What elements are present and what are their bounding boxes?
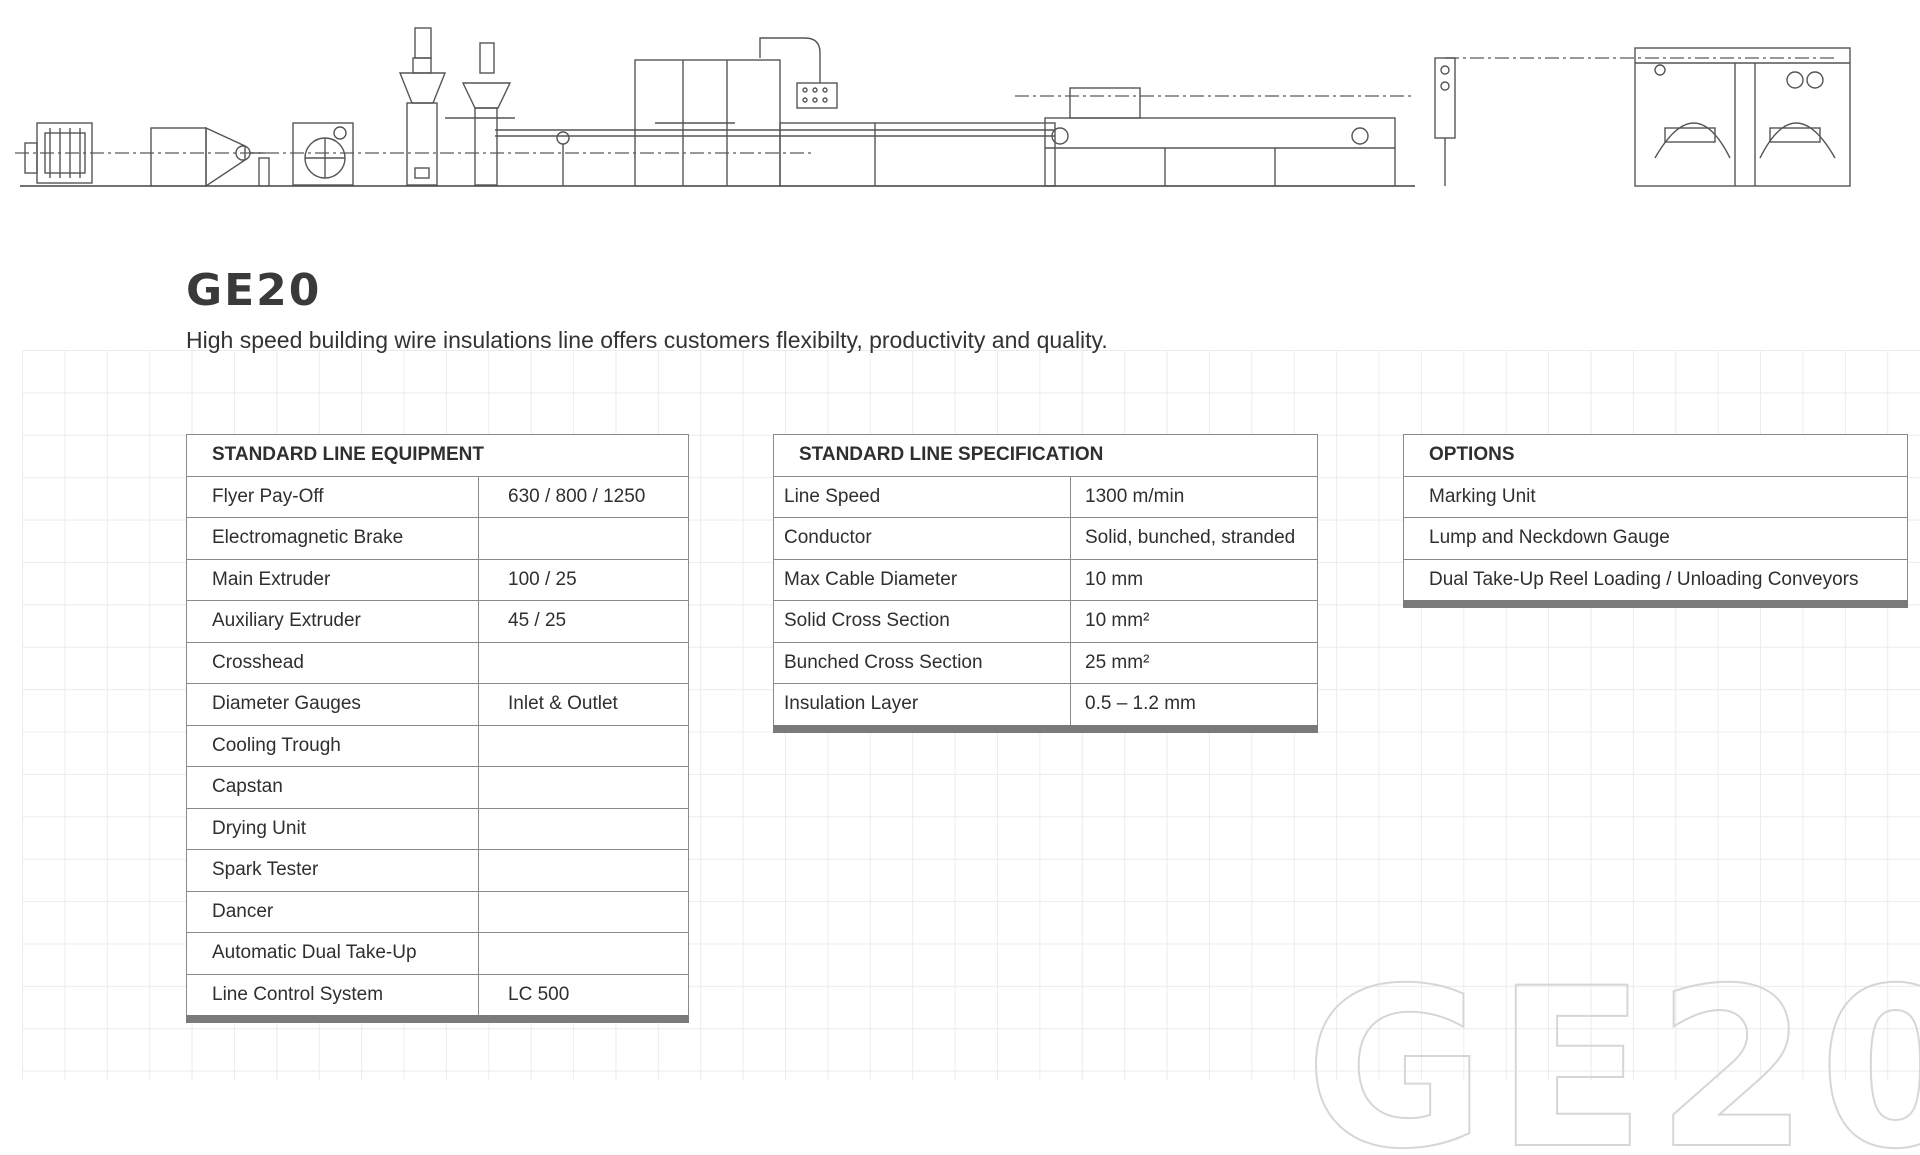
row-value: 0.5 – 1.2 mm <box>1070 683 1318 729</box>
row-label: Drying Unit <box>186 807 479 850</box>
row-label: Auxiliary Extruder <box>186 600 479 643</box>
page-title: GE20 <box>186 265 322 316</box>
row-label: Spark Tester <box>186 849 479 892</box>
table-row: Auxiliary Extruder 45 / 25 <box>186 600 689 643</box>
row-label: Automatic Dual Take-Up <box>186 932 479 975</box>
table-row: Line Speed 1300 m/min <box>773 475 1318 518</box>
row-value <box>478 807 689 850</box>
table-row: Automatic Dual Take-Up <box>186 932 689 975</box>
table-row: Insulation Layer 0.5 – 1.2 mm <box>773 683 1318 729</box>
page-subtitle: High speed building wire insulations lin… <box>186 327 1108 353</box>
table-row: Cooling Trough <box>186 724 689 767</box>
capstan-drawing <box>1044 87 1396 187</box>
option-label: Lump and Neckdown Gauge <box>1403 517 1908 560</box>
row-label: Flyer Pay-Off <box>186 475 479 518</box>
row-label: Bunched Cross Section <box>773 641 1071 684</box>
row-label: Electromagnetic Brake <box>186 517 479 560</box>
row-value: 45 / 25 <box>478 600 689 643</box>
watermark-logo: GE20 <box>1304 940 1920 1155</box>
production-line-diagram <box>15 27 1851 188</box>
row-label: Solid Cross Section <box>773 600 1071 643</box>
row-label: Cooling Trough <box>186 724 479 767</box>
row-value <box>478 724 689 767</box>
extruder-box-drawing <box>292 122 354 186</box>
table-row: Lump and Neckdown Gauge <box>1403 517 1908 560</box>
dancer-drawing <box>1434 57 1456 186</box>
take-up-drawing <box>1634 47 1851 187</box>
table-row: Crosshead <box>186 641 689 684</box>
brake-drawing <box>150 126 270 188</box>
table-row: Bunched Cross Section 25 mm² <box>773 641 1318 684</box>
table-row: Flyer Pay-Off 630 / 800 / 1250 <box>186 475 689 518</box>
row-value <box>478 766 689 809</box>
row-label: Crosshead <box>186 641 479 684</box>
table-row: Solid Cross Section 10 mm² <box>773 600 1318 643</box>
row-label: Dancer <box>186 890 479 933</box>
control-panel-drawing <box>759 37 838 109</box>
equipment-table-header: STANDARD LINE EQUIPMENT <box>186 434 689 477</box>
table-row: Max Cable Diameter 10 mm <box>773 558 1318 601</box>
row-value <box>478 890 689 933</box>
row-label: Line Control System <box>186 973 479 1020</box>
specification-table-header: STANDARD LINE SPECIFICATION <box>773 434 1318 477</box>
cooling-trough-drawing <box>495 59 1056 187</box>
table-row: Electromagnetic Brake <box>186 517 689 560</box>
specification-table: STANDARD LINE SPECIFICATION Line Speed 13… <box>773 434 1318 733</box>
row-label: Line Speed <box>773 475 1071 518</box>
row-value: Inlet & Outlet <box>478 683 689 726</box>
table-row: Spark Tester <box>186 849 689 892</box>
row-label: Capstan <box>186 766 479 809</box>
table-row: Dancer <box>186 890 689 933</box>
option-label: Dual Take-Up Reel Loading / Unloading Co… <box>1403 558 1908 605</box>
row-value: 1300 m/min <box>1070 475 1318 518</box>
equipment-table: STANDARD LINE EQUIPMENT Flyer Pay-Off 630… <box>186 434 689 1023</box>
option-label: Marking Unit <box>1403 475 1908 518</box>
table-row: Conductor Solid, bunched, stranded <box>773 517 1318 560</box>
row-label: Insulation Layer <box>773 683 1071 729</box>
table-row: Dual Take-Up Reel Loading / Unloading Co… <box>1403 558 1908 605</box>
table-row: Marking Unit <box>1403 475 1908 518</box>
table-row: Diameter Gauges Inlet & Outlet <box>186 683 689 726</box>
options-table: OPTIONS Marking Unit Lump and Neckdown G… <box>1403 434 1908 608</box>
row-label: Max Cable Diameter <box>773 558 1071 601</box>
row-value <box>478 849 689 892</box>
row-label: Conductor <box>773 517 1071 560</box>
row-label: Main Extruder <box>186 558 479 601</box>
row-value: 100 / 25 <box>478 558 689 601</box>
row-value: 25 mm² <box>1070 641 1318 684</box>
table-row: Main Extruder 100 / 25 <box>186 558 689 601</box>
table-row: Line Control System LC 500 <box>186 973 689 1020</box>
row-value <box>478 517 689 560</box>
table-row: Drying Unit <box>186 807 689 850</box>
svg-text:GE20: GE20 <box>1305 941 1920 1155</box>
row-value: 630 / 800 / 1250 <box>478 475 689 518</box>
row-value: 10 mm <box>1070 558 1318 601</box>
row-label: Diameter Gauges <box>186 683 479 726</box>
extruder-hoppers-drawing <box>398 27 515 186</box>
row-value: 10 mm² <box>1070 600 1318 643</box>
row-value <box>478 932 689 975</box>
table-row: Capstan <box>186 766 689 809</box>
options-table-header: OPTIONS <box>1403 434 1908 477</box>
row-value: Solid, bunched, stranded <box>1070 517 1318 560</box>
row-value <box>478 641 689 684</box>
row-value: LC 500 <box>478 973 689 1020</box>
